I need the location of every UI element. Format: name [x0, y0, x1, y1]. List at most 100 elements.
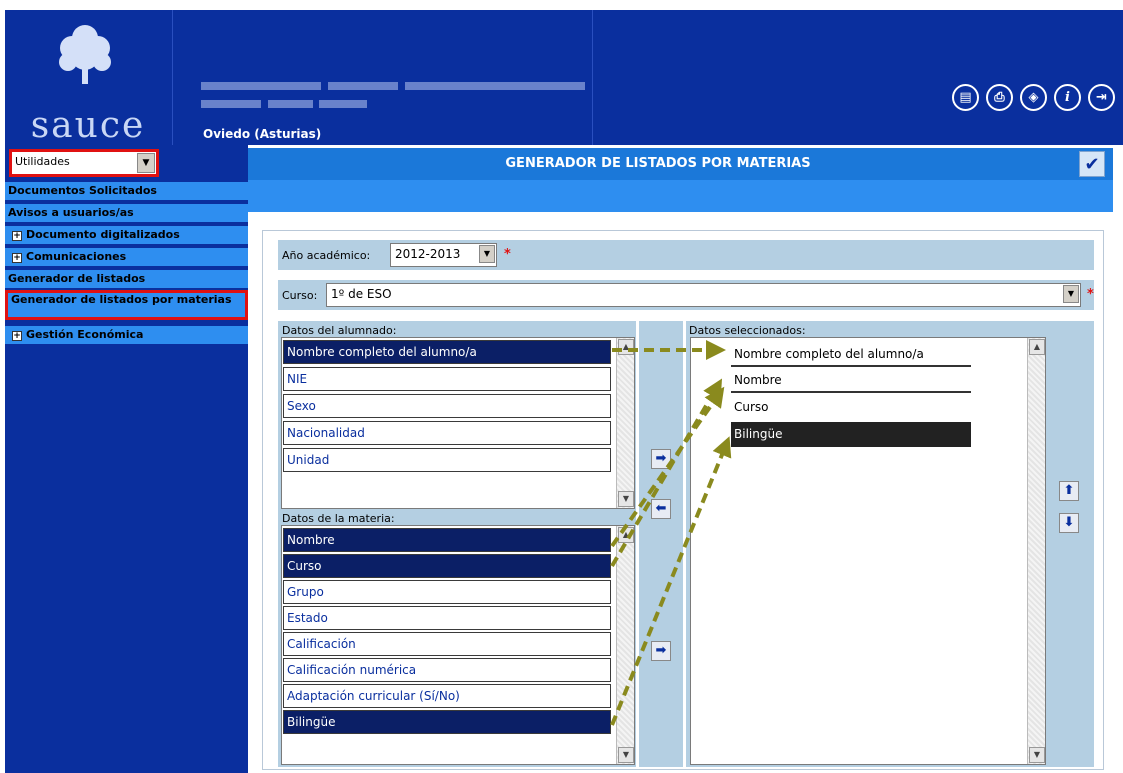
transfer-buttons-column [639, 321, 683, 767]
list-item-text: Unidad [287, 453, 330, 467]
remove-field-button[interactable]: ⬅ [651, 499, 671, 519]
scrollbar[interactable]: ▲ ▼ [616, 526, 634, 764]
year-label: Año académico: [282, 249, 371, 262]
add-subject-field-button[interactable]: ➡ [651, 641, 671, 661]
list-item[interactable]: Curso [731, 395, 971, 420]
module-select[interactable]: Utilidades ▼ [9, 149, 159, 177]
expand-plus-icon[interactable]: + [12, 253, 22, 263]
move-down-button[interactable]: ⬇ [1059, 513, 1079, 533]
course-label: Curso: [282, 289, 318, 302]
page-title: GENERADOR DE LISTADOS POR MATERIAS [505, 156, 811, 171]
list-item[interactable]: Sexo [283, 394, 611, 418]
list-item-text: Grupo [287, 585, 324, 599]
list-item[interactable]: Nombre [731, 368, 971, 393]
chevron-down-icon[interactable]: ▼ [1063, 285, 1079, 303]
logo: sauce [5, 10, 173, 146]
blurred-text [405, 82, 585, 90]
scroll-up-icon[interactable]: ▲ [618, 527, 634, 543]
sidebar-item-label: Gestión Económica [26, 328, 144, 341]
year-select[interactable]: 2012-2013 ▼ [390, 243, 497, 267]
selected-fields-label: Datos seleccionados: [689, 324, 806, 337]
list-item-text: Estado [287, 611, 328, 625]
year-select-value: 2012-2013 [395, 247, 461, 261]
scroll-up-icon[interactable]: ▲ [618, 339, 634, 355]
title-stripe [248, 180, 1113, 212]
navigation-icon[interactable]: ◈ [1020, 84, 1047, 111]
sidebar-item-label: Generador de listados [8, 272, 146, 285]
add-student-field-button[interactable]: ➡ [651, 449, 671, 469]
list-item-text: Nombre completo del alumno/a [734, 347, 924, 361]
list-generator-form: Año académico: 2012-2013 ▼ * Curso: 1º d… [262, 230, 1104, 770]
sidebar: Utilidades ▼ Documentos Solicitados Avis… [5, 145, 248, 773]
scroll-up-icon[interactable]: ▲ [1029, 339, 1045, 355]
institution-info: Oviedo (Asturias) [173, 10, 593, 145]
required-mark: * [504, 247, 511, 262]
exit-icon[interactable]: ⇥ [1088, 84, 1115, 111]
list-item-text: Curso [287, 559, 322, 573]
sidebar-item-documentos-solicitados[interactable]: Documentos Solicitados [5, 182, 248, 202]
move-up-button[interactable]: ⬆ [1059, 481, 1079, 501]
list-item-text: Calificación numérica [287, 663, 417, 677]
list-item[interactable]: NIE [283, 367, 611, 391]
scroll-down-icon[interactable]: ▼ [618, 747, 634, 763]
sidebar-item-generador-listados[interactable]: Generador de listados [5, 270, 248, 290]
scroll-down-icon[interactable]: ▼ [1029, 747, 1045, 763]
sidebar-item-avisos[interactable]: Avisos a usuarios/as [5, 204, 248, 224]
list-item-text: Bilingüe [734, 427, 783, 441]
list-item[interactable]: Unidad [283, 448, 611, 472]
sidebar-item-label: Avisos a usuarios/as [8, 206, 134, 219]
list-item-text: Bilingüe [287, 715, 336, 729]
chevron-down-icon[interactable]: ▼ [137, 153, 155, 173]
print-icon[interactable]: ⎙ [986, 84, 1013, 111]
scroll-down-icon[interactable]: ▼ [618, 491, 634, 507]
sidebar-item-generador-listados-materias[interactable]: Generador de listados por materias [5, 290, 248, 320]
sidebar-item-documento-digitalizados[interactable]: + Documento digitalizados [5, 226, 248, 246]
list-item[interactable]: Nombre completo del alumno/a [283, 340, 611, 364]
list-item-text: Adaptación curricular (Sí/No) [287, 689, 460, 703]
list-item[interactable]: Nombre completo del alumno/a [731, 342, 971, 367]
blurred-text [319, 100, 367, 108]
document-icon[interactable]: ▤ [952, 84, 979, 111]
course-select[interactable]: 1º de ESO ▼ [326, 283, 1081, 307]
list-item-text: Nacionalidad [287, 426, 365, 440]
list-item-text: Nombre [287, 533, 335, 547]
list-item[interactable]: Bilingüe [731, 422, 971, 447]
scrollbar[interactable]: ▲ ▼ [616, 338, 634, 508]
info-icon[interactable]: i [1054, 84, 1081, 111]
expand-plus-icon[interactable]: + [12, 231, 22, 241]
list-item[interactable]: Adaptación curricular (Sí/No) [283, 684, 611, 708]
list-item[interactable]: Bilingüe [283, 710, 611, 734]
list-item[interactable]: Nombre [283, 528, 611, 552]
module-select-value: Utilidades [15, 155, 70, 168]
list-item[interactable]: Grupo [283, 580, 611, 604]
blurred-text [268, 100, 313, 108]
sidebar-item-label: Comunicaciones [26, 250, 127, 263]
list-item-text: Calificación [287, 637, 356, 651]
list-item[interactable]: Curso [283, 554, 611, 578]
list-item-text: Curso [734, 400, 769, 414]
chevron-down-icon[interactable]: ▼ [479, 245, 495, 263]
student-fields-list[interactable]: Nombre completo del alumno/a NIE Sexo Na… [281, 337, 635, 509]
subject-fields-label: Datos de la materia: [282, 512, 395, 525]
required-mark: * [1087, 287, 1094, 302]
expand-plus-icon[interactable]: + [12, 331, 22, 341]
student-fields-label: Datos del alumnado: [282, 324, 397, 337]
list-item[interactable]: Calificación numérica [283, 658, 611, 682]
list-item[interactable]: Calificación [283, 632, 611, 656]
sidebar-item-label: Documento digitalizados [26, 228, 180, 241]
logo-text: sauce [30, 105, 146, 146]
sidebar-item-label: Documentos Solicitados [8, 184, 157, 197]
app-header: sauce Oviedo (Asturias) ▤ ⎙ ◈ i ⇥ [5, 10, 1123, 146]
subject-fields-list[interactable]: Nombre Curso Grupo Estado Calificación C… [281, 525, 635, 765]
sidebar-item-comunicaciones[interactable]: + Comunicaciones [5, 248, 248, 268]
scrollbar[interactable]: ▲ ▼ [1027, 338, 1045, 764]
selected-fields-list[interactable]: Nombre completo del alumno/a Nombre Curs… [690, 337, 1046, 765]
list-item[interactable]: Estado [283, 606, 611, 630]
sidebar-item-gestion-economica[interactable]: + Gestión Económica [5, 326, 248, 346]
page-title-bar: GENERADOR DE LISTADOS POR MATERIAS ✔ [248, 148, 1113, 180]
checkmark-icon[interactable]: ✔ [1079, 151, 1105, 177]
list-item-text: NIE [287, 372, 308, 386]
blurred-text [201, 82, 321, 90]
course-select-value: 1º de ESO [331, 287, 392, 301]
list-item[interactable]: Nacionalidad [283, 421, 611, 445]
